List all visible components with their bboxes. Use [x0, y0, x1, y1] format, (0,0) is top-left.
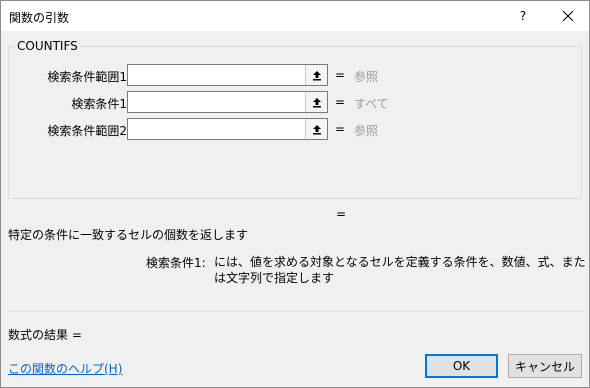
formula-result-equals: =	[71, 328, 82, 342]
cancel-button[interactable]: キャンセル	[508, 354, 582, 378]
close-icon	[562, 10, 574, 22]
function-result-equals: =	[336, 207, 347, 221]
argument-result-3: 参照	[354, 124, 379, 138]
argument-label-criteria-range2: 検索条件範囲2	[47, 124, 127, 138]
function-arguments-dialog: 関数の引数 ? COUNTIFS 検索条件範囲1 = 参照 検索条件1 = すべ…	[0, 0, 590, 388]
function-description: 特定の条件に一致するセルの個数を返します	[8, 228, 249, 242]
ok-button-label: OK	[452, 359, 471, 373]
criteria-range2-input[interactable]	[127, 118, 328, 140]
collapse-dialog-icon	[312, 70, 321, 80]
collapse-dialog-button-3[interactable]	[305, 119, 327, 139]
formula-result-label: 数式の結果	[8, 328, 69, 342]
formula-result: 数式の結果 =	[8, 326, 82, 343]
collapse-dialog-icon	[312, 97, 321, 107]
close-button[interactable]	[551, 3, 585, 29]
collapse-dialog-button-1[interactable]	[305, 65, 327, 85]
help-button[interactable]: ?	[509, 3, 537, 29]
argument-result-2: すべて	[354, 97, 389, 111]
argument-equals-2: =	[335, 95, 346, 109]
dialog-title: 関数の引数	[9, 11, 70, 25]
cancel-button-label: キャンセル	[514, 359, 575, 374]
function-arguments-group: COUNTIFS 検索条件範囲1 = 参照 検索条件1 = すべて 検索条件範囲…	[8, 39, 582, 199]
divider	[8, 311, 584, 312]
help-label: ?	[519, 9, 527, 23]
title-bar: 関数の引数 ?	[1, 1, 589, 31]
argument-equals-3: =	[335, 122, 346, 136]
argument-help-name: 検索条件1:	[146, 256, 206, 270]
criteria1-input[interactable]	[127, 91, 328, 113]
collapse-dialog-icon	[312, 124, 321, 134]
function-help-link[interactable]: この関数のヘルプ(H)	[8, 360, 122, 377]
collapse-dialog-button-2[interactable]	[305, 92, 327, 112]
criteria-range1-input[interactable]	[127, 64, 328, 86]
argument-label-criteria-range1: 検索条件範囲1	[47, 70, 127, 84]
ok-button[interactable]: OK	[425, 354, 498, 378]
argument-label-criteria1: 検索条件1	[71, 97, 127, 111]
function-name: COUNTIFS	[15, 39, 80, 53]
argument-help-text: には、値を求める対象となるセルを定義する条件を、数値、式、または文字列で指定しま…	[214, 255, 586, 285]
argument-equals-1: =	[335, 68, 346, 82]
argument-result-1: 参照	[354, 70, 379, 84]
